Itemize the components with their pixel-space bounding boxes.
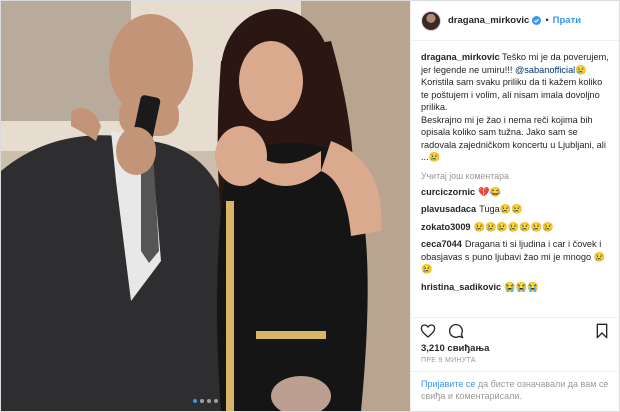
caption-text2: Koristila sam svaku priliku da ti kažem … <box>421 77 603 112</box>
verified-badge-icon <box>532 16 542 25</box>
comment-text: 💔😂 <box>478 186 502 197</box>
login-prompt: Пријавите се да бисте означавали да вам … <box>411 371 619 411</box>
comment-username[interactable]: curciczornic <box>421 187 475 197</box>
heart-icon <box>420 323 436 338</box>
comment-button[interactable] <box>447 322 465 340</box>
save-button[interactable] <box>593 322 611 340</box>
caption-username[interactable]: dragana_mirkovic <box>421 52 500 62</box>
comment-item: curciczornic 💔😂 <box>421 186 609 199</box>
post-header: dragana_mirkovic • Прати <box>411 1 619 41</box>
comment-item: plavusadaca Tuga😢😢 <box>421 203 609 216</box>
caption-mention[interactable]: @sabanofficial <box>515 65 575 75</box>
carousel-dot[interactable] <box>193 399 197 403</box>
comment-text: 😢😢😢😢😢😢😢 <box>473 221 554 232</box>
like-button[interactable] <box>419 322 437 340</box>
comment-text: 😭😭😭 <box>504 281 539 292</box>
post-side-panel: dragana_mirkovic • Прати dragana_mirkovi… <box>410 1 619 411</box>
action-bar <box>411 317 619 343</box>
likes-count[interactable]: 3,210 свиђања <box>411 343 619 357</box>
photo-illustration <box>1 1 410 411</box>
caption-text3: Beskrajno mi je žao i nema reči kojima b… <box>421 114 606 163</box>
carousel-dot[interactable] <box>214 399 218 403</box>
follow-button[interactable]: Прати <box>553 15 581 26</box>
comment-username[interactable]: zokato3009 <box>421 222 471 232</box>
comment-item: hristina_sadikovic 😭😭😭 <box>421 281 609 294</box>
carousel-dot[interactable] <box>207 399 211 403</box>
header-separator: • <box>545 15 549 26</box>
post-caption: dragana_mirkovic Teško mi je da poveruje… <box>421 51 609 164</box>
header-username[interactable]: dragana_mirkovic <box>448 15 529 26</box>
bookmark-icon <box>596 323 608 338</box>
carousel-dot[interactable] <box>200 399 204 403</box>
post-time: ПРЕ 9 МИНУТА <box>421 357 476 364</box>
comment-bubble-icon <box>449 323 464 338</box>
comment-item: ceca7044 Dragana ti si ljudina i car i čo… <box>421 238 609 276</box>
post-photo[interactable] <box>1 1 410 411</box>
comments-section: dragana_mirkovic Teško mi je da poveruje… <box>411 41 619 317</box>
caption-emoji2: 😢 <box>428 152 441 162</box>
comment-username[interactable]: plavusadaca <box>421 204 476 214</box>
comment-item: zokato3009 😢😢😢😢😢😢😢 <box>421 221 609 234</box>
comment-username[interactable]: ceca7044 <box>421 239 462 249</box>
load-more-comments[interactable]: Учитај још коментара <box>421 171 609 181</box>
carousel-dots <box>1 399 410 403</box>
avatar[interactable] <box>421 10 441 31</box>
caption-emoji1: 😢 <box>575 64 587 75</box>
comment-username[interactable]: hristina_sadikovic <box>421 282 501 292</box>
instagram-post: dragana_mirkovic • Прати dragana_mirkovi… <box>0 0 620 412</box>
comment-text: Tuga😢😢 <box>479 204 523 214</box>
login-link[interactable]: Пријавите се <box>421 379 475 389</box>
